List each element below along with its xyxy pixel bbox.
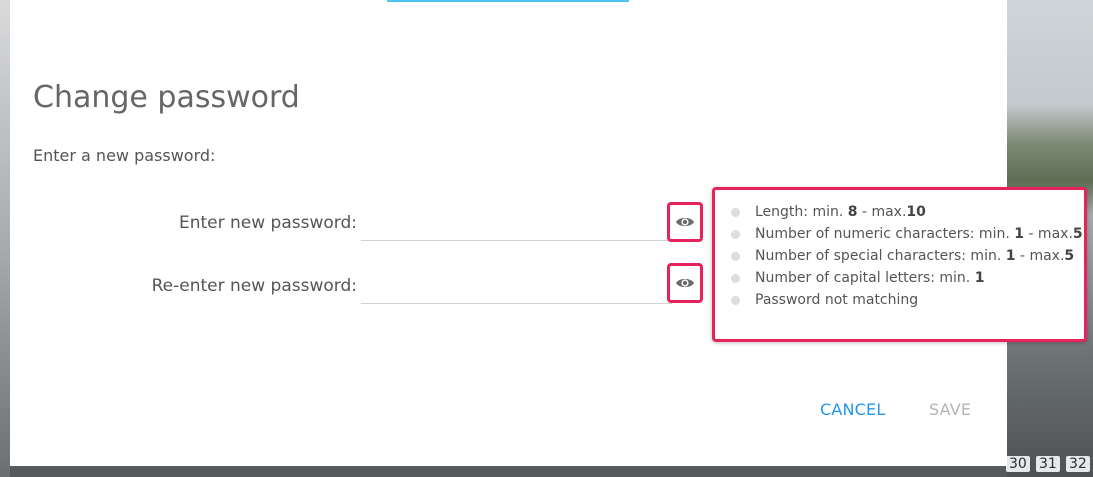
- new-password-label: Enter new password:: [178, 213, 357, 233]
- background-number: 31: [1036, 456, 1060, 472]
- rule-text: Password not matching: [755, 292, 919, 308]
- show-new-password-button[interactable]: [667, 202, 703, 242]
- rule-text: Number of special characters: min. 1 - m…: [755, 248, 1075, 264]
- background-numbers: 30 31 32: [1000, 452, 1093, 477]
- rule-text: Number of numeric characters: min. 1 - m…: [755, 226, 1083, 242]
- new-password-input[interactable]: [361, 211, 672, 241]
- save-button[interactable]: SAVE: [929, 400, 971, 419]
- rule-numeric: Number of numeric characters: min. 1 - m…: [731, 223, 1084, 245]
- rule-text: Number of capital letters: min. 1: [755, 270, 985, 286]
- background-left-edge: [0, 0, 10, 477]
- rule-special: Number of special characters: min. 1 - m…: [731, 245, 1084, 267]
- rule-status-dot: [731, 295, 740, 305]
- show-confirm-password-button[interactable]: [667, 263, 703, 303]
- top-accent-line: [387, 0, 629, 2]
- eye-icon: [675, 215, 695, 229]
- password-rules-panel: Length: min. 8 - max.10 Number of numeri…: [712, 187, 1087, 342]
- rule-length: Length: min. 8 - max.10: [731, 201, 1084, 223]
- rule-status-dot: [731, 251, 740, 261]
- background-number: 30: [1006, 456, 1030, 472]
- rule-status-dot: [731, 273, 740, 283]
- rule-capital: Number of capital letters: min. 1: [731, 267, 1084, 289]
- dialog-subtitle: Enter a new password:: [33, 146, 216, 165]
- cancel-button[interactable]: CANCEL: [820, 400, 885, 419]
- confirm-password-label: Re-enter new password:: [151, 276, 357, 296]
- dialog-title: Change password: [33, 80, 300, 115]
- rule-status-dot: [731, 229, 740, 239]
- background-number: 32: [1066, 456, 1090, 472]
- confirm-password-input[interactable]: [361, 274, 672, 304]
- eye-icon: [675, 276, 695, 290]
- rule-status-dot: [731, 207, 740, 217]
- rule-matching: Password not matching: [731, 289, 1084, 311]
- rule-text: Length: min. 8 - max.10: [755, 204, 926, 220]
